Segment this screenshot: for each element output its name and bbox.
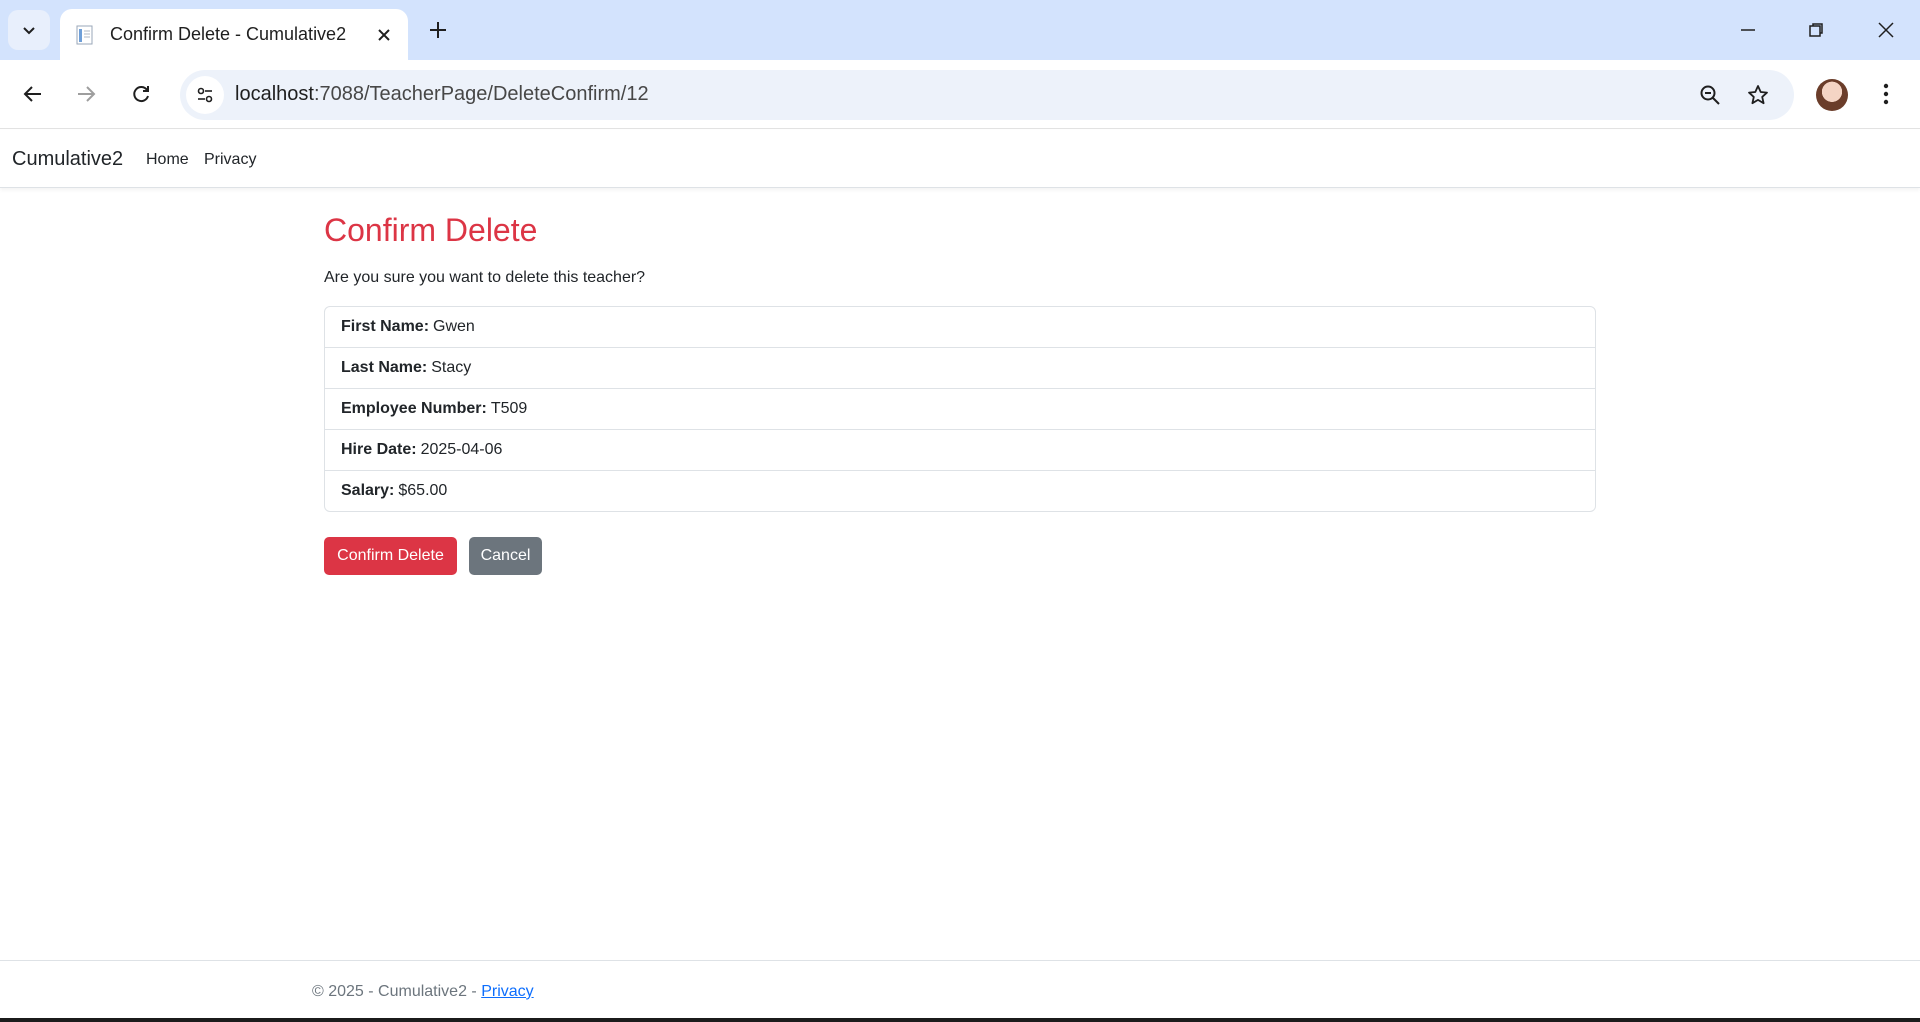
close-icon bbox=[1878, 22, 1894, 38]
minimize-button[interactable] bbox=[1714, 0, 1782, 60]
reload-button[interactable] bbox=[121, 74, 161, 114]
forward-button[interactable] bbox=[66, 74, 106, 114]
back-button[interactable] bbox=[13, 74, 53, 114]
detail-value: Gwen bbox=[433, 318, 475, 335]
restore-button[interactable] bbox=[1782, 0, 1850, 60]
restore-icon bbox=[1809, 23, 1823, 37]
footer-privacy-link[interactable]: Privacy bbox=[481, 983, 533, 1000]
detail-hire-date: Hire Date: 2025-04-06 bbox=[325, 430, 1595, 471]
back-arrow-icon bbox=[23, 86, 41, 102]
site-footer: © 2025 - Cumulative2 - Privacy bbox=[0, 960, 1920, 1022]
plus-icon bbox=[430, 22, 446, 38]
detail-last-name: Last Name: Stacy bbox=[325, 348, 1595, 389]
tab-title: Confirm Delete - Cumulative2 bbox=[110, 24, 347, 44]
site-info-icon[interactable] bbox=[186, 76, 224, 114]
page-title: Confirm Delete bbox=[324, 212, 538, 248]
new-tab-button[interactable] bbox=[420, 12, 456, 48]
teacher-details-list: First Name: Gwen Last Name: Stacy Employ… bbox=[324, 306, 1596, 512]
chevron-down-icon bbox=[23, 27, 35, 35]
detail-label: First Name: bbox=[341, 318, 430, 335]
confirm-question: Are you sure you want to delete this tea… bbox=[324, 269, 646, 286]
detail-value: $65.00 bbox=[398, 482, 448, 499]
detail-salary: Salary: $65.00 bbox=[325, 471, 1595, 511]
cancel-button[interactable]: Cancel bbox=[469, 537, 542, 575]
detail-value: T509 bbox=[490, 400, 528, 417]
detail-label: Salary: bbox=[341, 482, 395, 499]
more-vert-icon bbox=[1883, 83, 1889, 105]
taskbar-edge bbox=[0, 1018, 1920, 1022]
detail-first-name: First Name: Gwen bbox=[325, 307, 1595, 348]
navbar-brand[interactable]: Cumulative2 bbox=[12, 148, 123, 171]
footer-copyright: © 2025 - Cumulative2 - bbox=[312, 983, 482, 1000]
detail-value: Stacy bbox=[431, 359, 472, 376]
nav-link-home[interactable]: Home bbox=[146, 151, 189, 169]
detail-label: Employee Number: bbox=[341, 400, 487, 417]
tab-search-button[interactable] bbox=[8, 10, 50, 50]
address-bar[interactable]: localhost:7088/TeacherPage/DeleteConfirm… bbox=[180, 70, 1794, 120]
footer-text: © 2025 - Cumulative2 - Privacy bbox=[312, 983, 534, 1001]
close-tab-icon[interactable] bbox=[370, 21, 398, 49]
detail-label: Hire Date: bbox=[341, 441, 417, 458]
url-path: :7088/TeacherPage/DeleteConfirm/12 bbox=[313, 83, 649, 105]
reload-icon bbox=[133, 86, 149, 103]
zoom-icon[interactable] bbox=[1694, 79, 1726, 111]
url-text: localhost:7088/TeacherPage/DeleteConfirm… bbox=[235, 83, 649, 106]
browser-tab-active[interactable]: Confirm Delete - Cumulative2 bbox=[60, 9, 408, 60]
forward-arrow-icon bbox=[78, 86, 96, 102]
site-navbar: Cumulative2 Home Privacy bbox=[0, 130, 1920, 188]
tab-strip: Confirm Delete - Cumulative2 bbox=[0, 0, 1920, 60]
profile-avatar[interactable] bbox=[1816, 79, 1848, 111]
bookmark-star-icon[interactable] bbox=[1742, 79, 1774, 111]
url-host: localhost bbox=[235, 83, 314, 105]
page-favicon-icon bbox=[74, 24, 96, 46]
detail-employee-number: Employee Number: T509 bbox=[325, 389, 1595, 430]
detail-value: 2025-04-06 bbox=[420, 441, 503, 458]
confirm-delete-button[interactable]: Confirm Delete bbox=[324, 537, 457, 575]
nav-link-privacy[interactable]: Privacy bbox=[204, 151, 256, 169]
detail-label: Last Name: bbox=[341, 359, 428, 376]
browser-menu-button[interactable] bbox=[1870, 74, 1902, 114]
close-window-button[interactable] bbox=[1852, 0, 1920, 60]
minimize-icon bbox=[1741, 29, 1755, 31]
browser-toolbar: localhost:7088/TeacherPage/DeleteConfirm… bbox=[0, 60, 1920, 129]
